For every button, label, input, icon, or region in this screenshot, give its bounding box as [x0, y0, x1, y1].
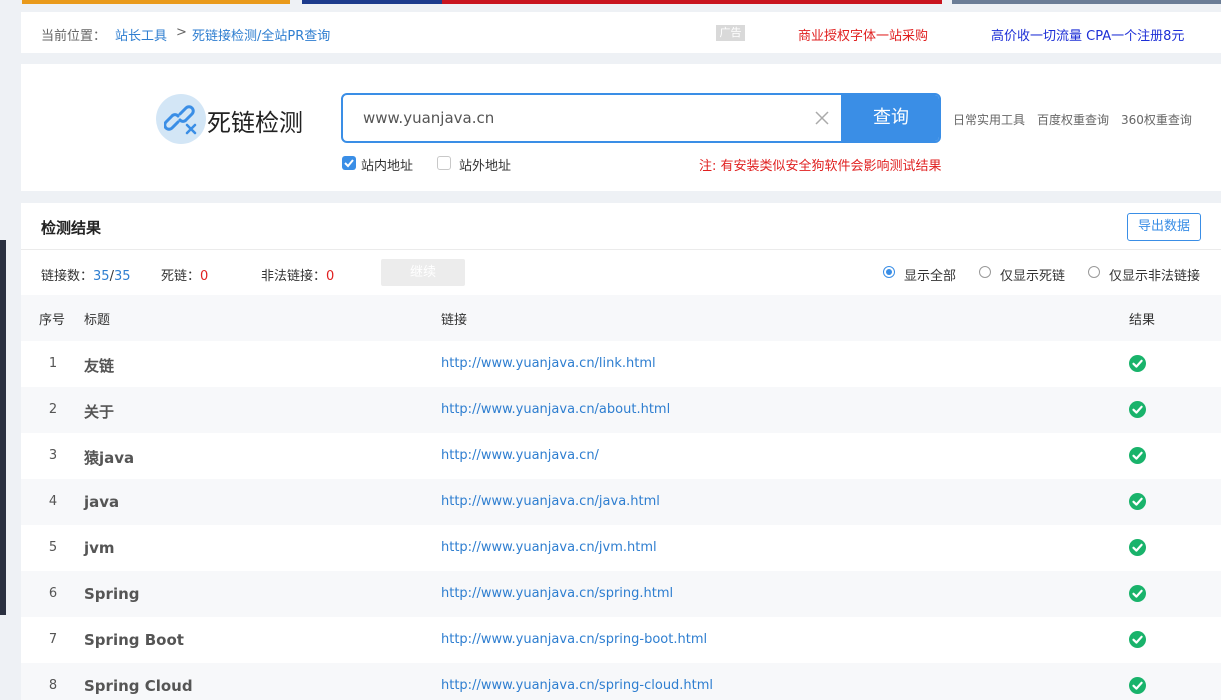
broken-link-icon	[156, 94, 206, 144]
row-title: jvm	[84, 539, 115, 557]
filter-label: 显示全部	[904, 269, 957, 284]
continue-button[interactable]: 继续	[381, 259, 465, 286]
radio-selected-icon[interactable]	[883, 266, 895, 278]
row-title: 关于	[84, 403, 115, 421]
column-header-no: 序号	[39, 313, 66, 328]
close-icon[interactable]	[813, 109, 831, 127]
row-title: Spring Cloud	[84, 677, 193, 695]
table-row: 4 java http://www.yuanjava.cn/java.html	[21, 479, 1221, 525]
search-panel: 死链检测 查询 日常实用工具 百度权重查询 360权重查询 站内地址 站外地址 …	[21, 64, 1221, 191]
check-circle-icon	[1129, 585, 1146, 602]
stat-links: 链接数：35/35	[41, 269, 131, 284]
check-circle-icon	[1129, 355, 1146, 372]
row-link[interactable]: http://www.yuanjava.cn/spring-boot.html	[441, 632, 707, 647]
row-title: 友链	[84, 357, 115, 375]
row-number: 3	[48, 448, 58, 463]
row-number: 1	[48, 356, 58, 371]
row-link[interactable]: http://www.yuanjava.cn/	[441, 448, 599, 463]
ad-tag: 广告	[716, 25, 745, 41]
top-banner-strip	[0, 0, 1221, 4]
check-circle-icon	[1129, 493, 1146, 510]
warning-notice: 注: 有安装类似安全狗软件会影响测试结果	[699, 159, 942, 174]
stat-dead-links: 死链：0	[161, 269, 209, 284]
radio-unselected-icon[interactable]	[979, 266, 991, 278]
row-number: 2	[48, 402, 58, 417]
column-header-result: 结果	[1129, 313, 1156, 328]
table-row: 3 猿java http://www.yuanjava.cn/	[21, 433, 1221, 479]
table-row: 2 关于 http://www.yuanjava.cn/about.html	[21, 387, 1221, 433]
option-label: 站内地址	[361, 159, 414, 174]
search-box: 查询	[341, 93, 941, 143]
export-button[interactable]: 导出数据	[1127, 213, 1201, 241]
stat-illegal-links: 非法链接：0	[261, 269, 335, 284]
row-link[interactable]: http://www.yuanjava.cn/link.html	[441, 356, 656, 371]
check-circle-icon	[1129, 631, 1146, 648]
logo-title: 死链检测	[207, 109, 303, 137]
table-row: 5 jvm http://www.yuanjava.cn/jvm.html	[21, 525, 1221, 571]
breadcrumb-link-webmaster-tools[interactable]: 站长工具	[115, 25, 167, 44]
filter-label: 仅显示死链	[1000, 269, 1066, 284]
row-number: 6	[48, 586, 58, 601]
tool-link-baidu-weight[interactable]: 百度权重查询	[1037, 111, 1109, 128]
table-row: 7 Spring Boot http://www.yuanjava.cn/sprin…	[21, 617, 1221, 663]
row-link[interactable]: http://www.yuanjava.cn/about.html	[441, 402, 670, 417]
table-row: 8 Spring Cloud http://www.yuanjava.cn/spri…	[21, 663, 1221, 700]
results-panel: 检测结果 导出数据 链接数：35/35 死链：0 非法链接：0 继续 显示全部 …	[21, 203, 1221, 700]
row-number: 4	[48, 494, 58, 509]
checkbox-unchecked-icon[interactable]	[437, 156, 451, 170]
option-label: 站外地址	[459, 159, 512, 174]
breadcrumb-link-dead-link-check[interactable]: 死链接检测/全站PR查询	[192, 25, 330, 44]
filter-label: 仅显示非法链接	[1109, 269, 1201, 284]
table-row: 1 友链 http://www.yuanjava.cn/link.html	[21, 341, 1221, 387]
divider	[21, 249, 1221, 250]
row-title: 猿java	[84, 449, 135, 467]
row-link[interactable]: http://www.yuanjava.cn/spring-cloud.html	[441, 678, 713, 693]
ad-link-fonts[interactable]: 商业授权字体一站采购	[798, 25, 928, 44]
row-link[interactable]: http://www.yuanjava.cn/jvm.html	[441, 540, 657, 555]
left-edge-sidebar	[0, 240, 6, 615]
breadcrumb-label: 当前位置：	[41, 29, 107, 44]
ad-link-traffic[interactable]: 高价收一切流量 CPA一个注册8元	[991, 25, 1184, 44]
check-circle-icon	[1129, 677, 1146, 694]
column-header-link: 链接	[441, 313, 468, 328]
row-title: java	[84, 493, 120, 511]
radio-unselected-icon[interactable]	[1088, 266, 1100, 278]
check-circle-icon	[1129, 539, 1146, 556]
row-number: 5	[48, 540, 58, 555]
row-number: 7	[48, 632, 58, 647]
checkbox-checked-icon[interactable]	[342, 156, 356, 170]
row-link[interactable]: http://www.yuanjava.cn/spring.html	[441, 586, 673, 601]
check-circle-icon	[1129, 401, 1146, 418]
breadcrumb-separator: >	[176, 25, 187, 40]
check-circle-icon	[1129, 447, 1146, 464]
breadcrumb-bar: 当前位置： 站长工具 > 死链接检测/全站PR查询 广告 商业授权字体一站采购 …	[21, 12, 1221, 53]
table-row: 6 Spring http://www.yuanjava.cn/spring.htm…	[21, 571, 1221, 617]
table-header: 序号 标题 链接 结果	[21, 295, 1221, 341]
row-link[interactable]: http://www.yuanjava.cn/java.html	[441, 494, 660, 509]
tool-link-daily[interactable]: 日常实用工具	[953, 111, 1025, 128]
tool-link-360-weight[interactable]: 360权重查询	[1121, 111, 1192, 128]
column-header-title: 标题	[84, 313, 111, 328]
url-input[interactable]	[343, 95, 813, 141]
row-title: Spring	[84, 585, 140, 603]
results-title: 检测结果	[41, 219, 102, 237]
row-number: 8	[48, 678, 58, 693]
query-button[interactable]: 查询	[841, 95, 939, 141]
row-title: Spring Boot	[84, 631, 184, 649]
